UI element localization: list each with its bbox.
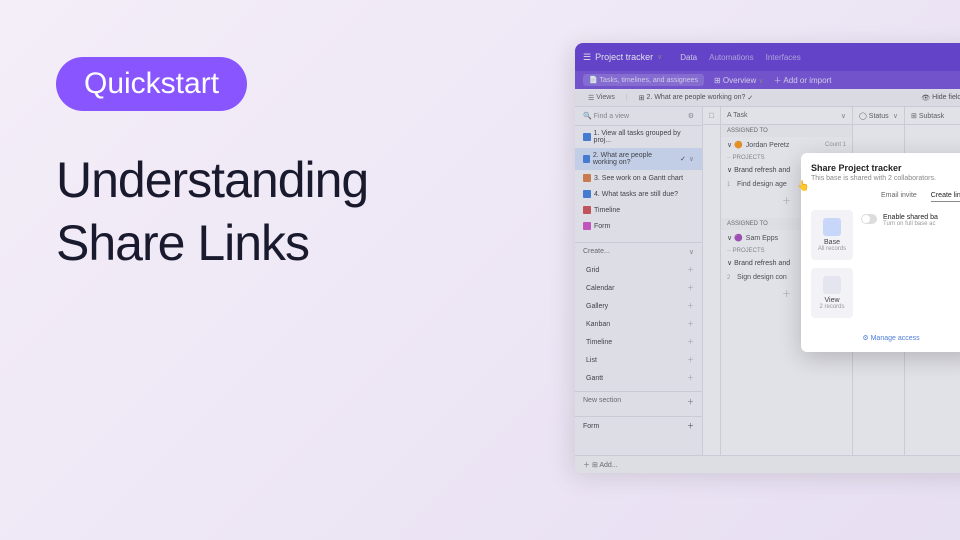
tab-interfaces[interactable]: Interfaces	[766, 53, 801, 62]
view-item-timeline[interactable]: Timeline	[575, 202, 702, 218]
create-kanban[interactable]: Kanban＋	[575, 315, 702, 333]
overview-tab[interactable]: ⊞ Overview ∨	[714, 76, 764, 85]
create-gantt[interactable]: Gantt＋	[575, 369, 702, 387]
create-grid[interactable]: Grid＋	[575, 261, 702, 279]
share-card-view[interactable]: View 2 records	[811, 268, 853, 318]
sidebar: 🔍 Find a view⚙ 1. View all tasks grouped…	[575, 107, 703, 473]
view-item-working-on[interactable]: 2. What are people working on? ✓ ∨	[575, 148, 702, 170]
tab-automations[interactable]: Automations	[709, 53, 753, 62]
enable-shared-toggle[interactable]: Enable shared ba Turn on full base ac	[861, 214, 960, 227]
share-card-base[interactable]: Base All records	[811, 210, 853, 260]
toggle-switch[interactable]	[861, 214, 877, 224]
hero: Quickstart Understanding Share Links	[56, 57, 368, 274]
view-item-form[interactable]: Form	[575, 218, 702, 234]
views-button[interactable]: ☰ Views	[583, 92, 620, 104]
hero-title: Understanding Share Links	[56, 149, 368, 274]
create-header[interactable]: Create...∨	[575, 243, 702, 261]
create-list[interactable]: List＋	[575, 351, 702, 369]
base-name[interactable]: ☰ Project tracker ∨	[583, 52, 662, 63]
add-import[interactable]: ＋ Add or import	[774, 75, 832, 86]
group-assigned-1: ASSIGNED TO	[721, 125, 852, 137]
current-view[interactable]: ⊞ 2. What are people working on? ✓	[634, 92, 759, 104]
view-item-all-tasks[interactable]: 1. View all tasks grouped by proj...	[575, 126, 702, 148]
person-row-1[interactable]: ∨ 🟠 Jordan PeretzCount 1	[721, 137, 852, 153]
col-head-subtask[interactable]: ⊞ Subtask	[905, 107, 960, 125]
view-item-gantt[interactable]: 3. See work on a Gantt chart	[575, 170, 702, 186]
view-item-due[interactable]: 4. What tasks are still due?	[575, 186, 702, 202]
view-icon	[823, 276, 841, 294]
manage-access-link[interactable]: ⚙ Manage access	[811, 334, 960, 342]
base-icon	[823, 218, 841, 236]
top-tabs: Data Automations Interfaces	[680, 53, 801, 62]
subbar: 📄 Tasks, timelines, and assignees ⊞ Over…	[575, 71, 960, 89]
find-view[interactable]: 🔍 Find a view⚙	[575, 107, 702, 126]
create-timeline[interactable]: Timeline＋	[575, 333, 702, 351]
quickstart-badge: Quickstart	[56, 57, 247, 111]
form-end[interactable]: Form＋	[575, 416, 702, 435]
footer-add[interactable]: ＋ ⊞ Add...	[583, 460, 618, 470]
hide-fields[interactable]: 👁 Hide fields	[916, 92, 960, 104]
share-tab-link[interactable]: Create link	[931, 192, 960, 202]
topbar: ☰ Project tracker ∨ Data Automations Int…	[575, 43, 960, 71]
cursor-icon: 👆	[797, 181, 809, 193]
share-tab-email[interactable]: Email invite	[881, 192, 917, 202]
toolbar: ☰ Views | ⊞ 2. What are people working o…	[575, 89, 960, 107]
new-section[interactable]: New section＋	[575, 391, 702, 412]
col-head-task[interactable]: A Task∨	[721, 107, 852, 125]
tab-data[interactable]: Data	[680, 53, 697, 62]
create-calendar[interactable]: Calendar＋	[575, 279, 702, 297]
table-tab[interactable]: 📄 Tasks, timelines, and assignees	[583, 74, 704, 86]
share-subtitle: This base is shared with 2 collaborators…	[811, 175, 960, 182]
col-head-status[interactable]: ◯ Status∨	[853, 107, 904, 125]
footer-bar: ＋ ⊞ Add... 2 records	[575, 455, 960, 473]
share-title: Share Project tracker	[811, 163, 960, 173]
create-gallery[interactable]: Gallery＋	[575, 297, 702, 315]
share-panel: Share Project tracker This base is share…	[801, 153, 960, 352]
